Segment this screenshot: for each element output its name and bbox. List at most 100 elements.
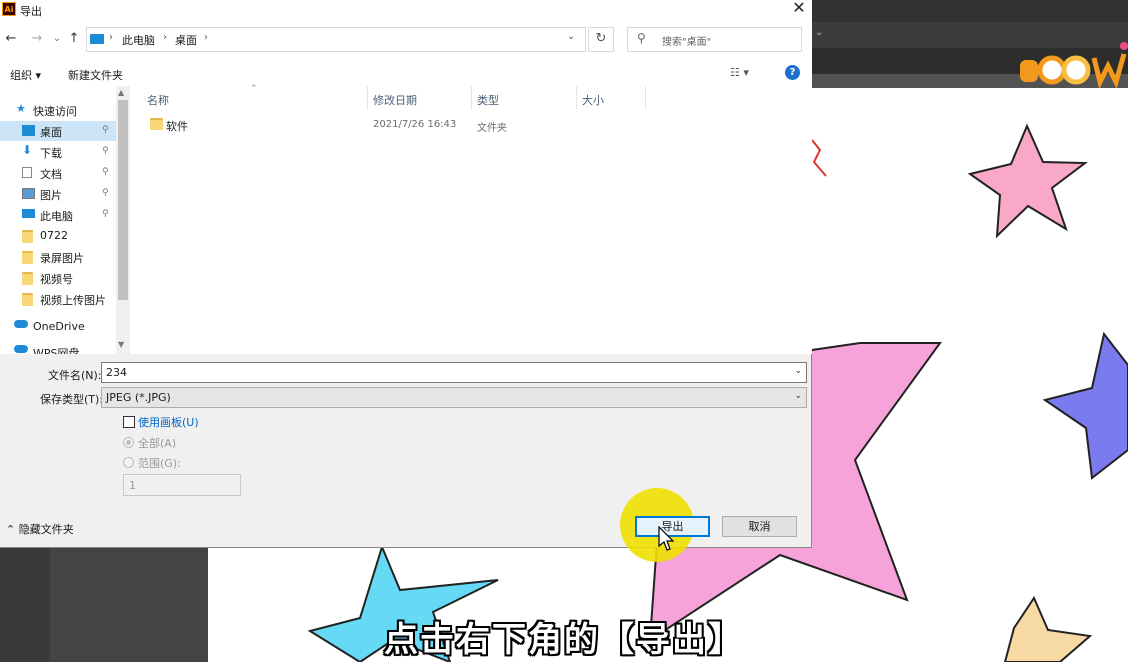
column-header-modified[interactable]: 修改日期 [373, 92, 417, 108]
new-folder-button[interactable]: 新建文件夹 [68, 67, 123, 83]
sidebar-item-label: 图片 [40, 189, 62, 202]
column-header-type[interactable]: 类型 [477, 92, 499, 108]
sidebar-item-label: 快速访问 [33, 105, 77, 118]
chevron-down-icon[interactable]: ⌄ [567, 31, 575, 42]
breadcrumb-this-pc[interactable]: 此电脑 [122, 32, 155, 48]
filetype-select[interactable]: JPEG (*.JPG) ⌄ [101, 387, 807, 408]
sidebar-item-label: 0722 [40, 229, 68, 242]
sidebar-item-label: 文档 [40, 168, 62, 181]
folder-icon [22, 230, 33, 243]
folder-icon [22, 251, 33, 264]
sidebar-item-onedrive[interactable]: OneDrive [0, 317, 116, 337]
cancel-button[interactable]: 取消 [722, 516, 797, 537]
scroll-down-icon[interactable]: ▼ [118, 340, 124, 349]
forward-arrow-icon[interactable]: → [29, 31, 45, 47]
organize-menu[interactable]: 组织 ▾ [10, 67, 41, 83]
sidebar-item-documents[interactable]: 文档 ⚲ [0, 163, 116, 183]
brand-logo [1020, 40, 1128, 90]
sidebar-item-downloads[interactable]: ⬇ 下载 ⚲ [0, 142, 116, 162]
sidebar-item-pictures[interactable]: 图片 ⚲ [0, 184, 116, 204]
file-list: ⌃ 名称 修改日期 类型 大小 软件 2021/7/26 16:43 文件夹 [130, 84, 812, 354]
chevron-down-icon[interactable]: ⌄ [794, 366, 802, 376]
column-divider[interactable] [576, 86, 577, 110]
sidebar-item-desktop[interactable]: 桌面 ⚲ [0, 121, 116, 141]
column-divider[interactable] [645, 86, 646, 110]
breadcrumb-separator-icon: › [109, 32, 113, 43]
pin-icon: ⚲ [102, 125, 109, 135]
close-icon[interactable]: ✕ [786, 0, 812, 18]
breadcrumb-separator-icon: › [163, 32, 167, 43]
dialog-title-bar: Ai 导出 ✕ [0, 0, 812, 20]
pin-icon: ⚲ [102, 188, 109, 198]
hide-folders-toggle[interactable]: ⌃ 隐藏文件夹 [6, 521, 74, 537]
sidebar-item-label: OneDrive [33, 320, 85, 333]
column-header-size[interactable]: 大小 [582, 92, 604, 108]
navigation-pane: ★ 快速访问 桌面 ⚲ ⬇ 下载 ⚲ 文档 ⚲ 图片 ⚲ 此电脑 ⚲ 0722 … [0, 86, 130, 354]
sidebar-item-video-upload-images[interactable]: 视频上传图片 [0, 289, 116, 309]
sidebar-item-quick-access[interactable]: ★ 快速访问 [0, 100, 116, 120]
column-header-name[interactable]: 名称 [147, 92, 169, 108]
use-artboards-checkbox[interactable] [123, 416, 135, 428]
use-artboards-label[interactable]: 使用画板(U) [138, 414, 199, 430]
filename-value: 234 [106, 366, 127, 379]
star-icon: ★ [16, 102, 26, 115]
breadcrumb-desktop[interactable]: 桌面 [175, 32, 197, 48]
cloud-icon [14, 320, 28, 328]
column-divider[interactable] [471, 86, 472, 110]
pink-star [967, 123, 1088, 239]
sidebar-item-0722[interactable]: 0722 [0, 226, 116, 246]
filetype-value: JPEG (*.JPG) [106, 391, 171, 404]
file-row[interactable]: 软件 2021/7/26 16:43 文件夹 [146, 116, 796, 136]
sidebar-item-screen-recordings[interactable]: 录屏图片 [0, 247, 116, 267]
pin-icon: ⚲ [102, 209, 109, 219]
mouse-pointer-icon [658, 526, 675, 551]
navigation-bar: ← → ⌄ ↑ › 此电脑 › 桌面 › ⌄ ↻ ⚲ 搜索"桌面" [0, 20, 812, 60]
breadcrumb-separator-icon: › [204, 32, 208, 43]
scroll-up-icon[interactable]: ▲ [118, 88, 124, 97]
sidebar-item-label: 下载 [40, 147, 62, 160]
file-name: 软件 [166, 120, 188, 133]
all-radio[interactable] [123, 437, 134, 448]
view-options-icon[interactable]: ☷ ▾ [730, 66, 749, 79]
hide-folders-label: 隐藏文件夹 [18, 523, 74, 536]
range-label: 范围(G): [138, 457, 181, 470]
filetype-label: 保存类型(T): [40, 393, 104, 406]
address-bar[interactable]: › 此电脑 › 桌面 › ⌄ [86, 27, 586, 52]
export-dialog: Ai 导出 ✕ ← → ⌄ ↑ › 此电脑 › 桌面 › ⌄ ↻ ⚲ 搜索"桌面… [0, 0, 812, 562]
red-glyph-fragment [811, 139, 827, 177]
sidebar-item-video-channel[interactable]: 视频号 [0, 268, 116, 288]
illustrator-app-icon: Ai [2, 2, 16, 16]
pin-icon: ⚲ [102, 146, 109, 156]
scrollbar-thumb[interactable] [118, 100, 128, 300]
desktop-icon [22, 125, 35, 136]
range-input[interactable]: 1 [123, 474, 241, 496]
dialog-title: 导出 [20, 5, 42, 18]
up-arrow-icon[interactable]: ↑ [66, 31, 82, 47]
pin-icon: ⚲ [102, 167, 109, 177]
sort-ascending-icon: ⌃ [250, 84, 258, 94]
recent-locations-icon[interactable]: ⌄ [49, 31, 65, 47]
folder-icon [22, 272, 33, 285]
refresh-icon[interactable]: ↻ [588, 27, 614, 52]
document-icon [22, 167, 32, 178]
filename-field[interactable]: 234 ⌄ [101, 362, 807, 383]
range-value: 1 [129, 479, 136, 492]
sidebar-item-label: 视频号 [40, 273, 73, 286]
folder-icon [150, 118, 163, 130]
sidebar-item-label: 视频上传图片 [40, 294, 106, 307]
download-icon: ⬇ [22, 143, 33, 157]
computer-icon [90, 34, 104, 44]
sidebar-item-wps[interactable]: WPS网盘 [0, 342, 116, 354]
range-radio[interactable] [123, 457, 134, 468]
column-divider[interactable] [367, 86, 368, 110]
sidebar-item-label: 录屏图片 [40, 252, 84, 265]
sidebar-scrollbar[interactable]: ▲ ▼ [116, 86, 130, 354]
filename-label: 文件名(N): [48, 369, 102, 382]
command-bar: 组织 ▾ 新建文件夹 ☷ ▾ ? [0, 60, 812, 86]
back-arrow-icon[interactable]: ← [3, 31, 19, 47]
chevron-up-icon: ⌃ [6, 523, 16, 536]
search-input[interactable]: ⚲ 搜索"桌面" [627, 27, 802, 52]
folder-icon [22, 293, 33, 306]
sidebar-item-this-pc[interactable]: 此电脑 ⚲ [0, 205, 116, 225]
help-icon[interactable]: ? [785, 65, 800, 80]
